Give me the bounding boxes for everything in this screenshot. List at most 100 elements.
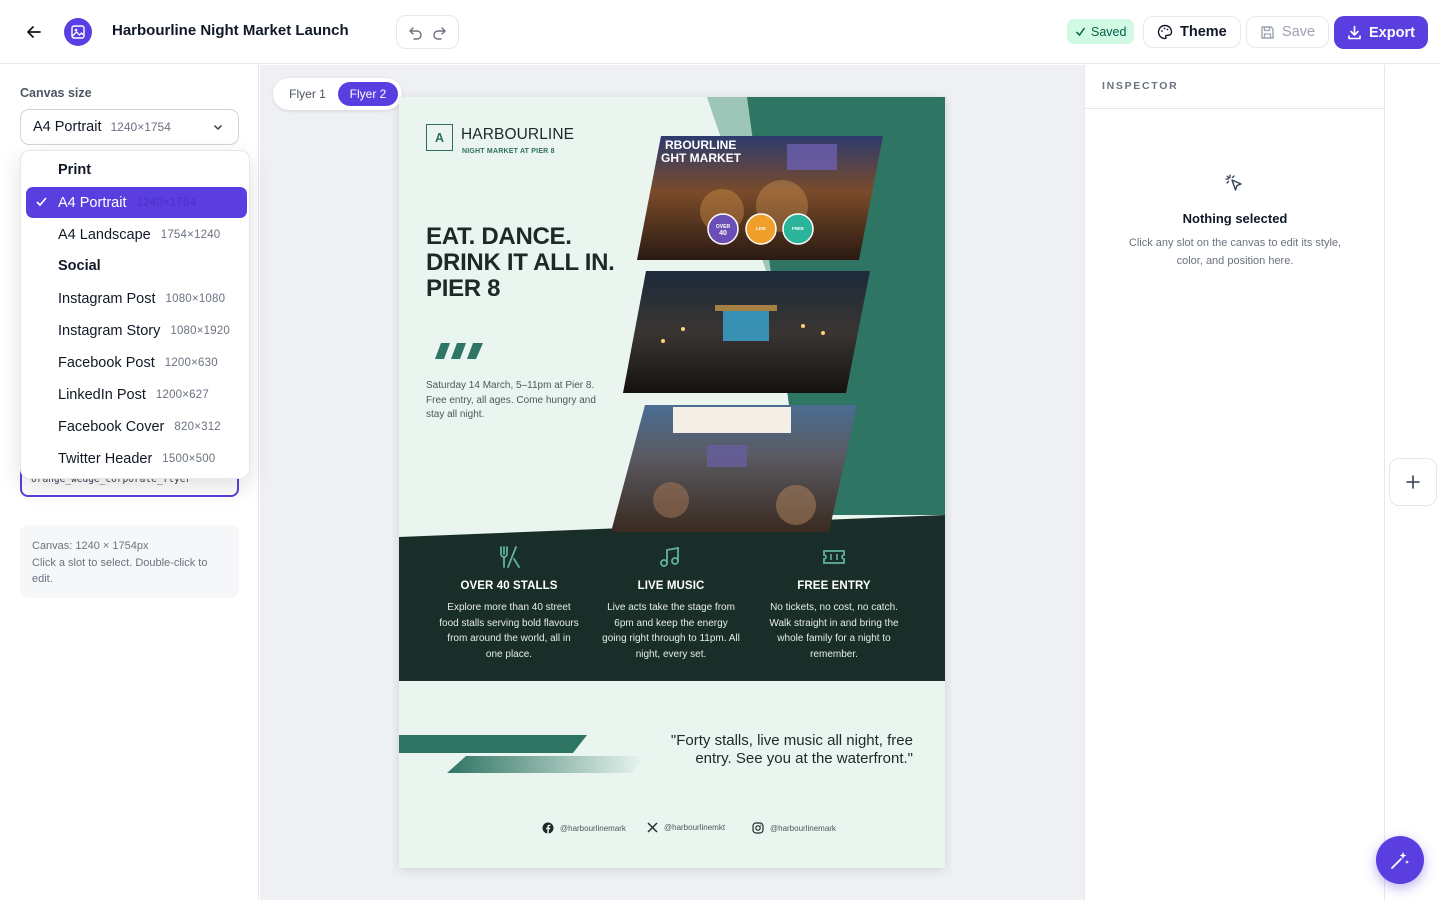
feature-text: Live acts take the stage from 6pm and ke…: [602, 602, 740, 660]
option-dims: 1754×1240: [160, 228, 221, 241]
saved-label: Saved: [1091, 24, 1127, 39]
flyer-logo-mark[interactable]: A: [426, 124, 453, 151]
undo-icon[interactable]: [404, 21, 426, 43]
add-element-button[interactable]: [1389, 458, 1437, 506]
flyer-quote[interactable]: "Forty stalls, live music all night, fre…: [661, 732, 913, 768]
inspector-divider: [1085, 108, 1385, 109]
option-dims: 1500×500: [162, 452, 216, 465]
check-icon: [1075, 27, 1086, 37]
document-title: Harbourline Night Market Launch: [112, 22, 349, 39]
save-button[interactable]: Save: [1246, 16, 1330, 48]
cursor-click-icon: [1225, 174, 1242, 191]
undo-redo-group: [396, 15, 459, 49]
feature-text: No tickets, no cost, no catch. Walk stra…: [769, 602, 899, 660]
selected-size-dims: 1240×1754: [110, 120, 171, 134]
chevron-down-icon: [213, 124, 223, 131]
flyer-canvas[interactable]: RBOURLINE GHT MARKET OVER 40 LIVE FREE A…: [399, 97, 945, 868]
social-facebook[interactable]: @harbourlinemark: [542, 822, 626, 834]
canvas-size-dropdown: Print A4 Portrait 1240×1754 A4 Landscape 1…: [20, 150, 250, 479]
export-label: Export: [1369, 24, 1415, 41]
empty-state-title: Nothing selected: [1182, 211, 1288, 226]
inspector-heading: INSPECTOR: [1102, 80, 1179, 92]
group-heading-social: Social: [58, 258, 101, 274]
market-photo-2[interactable]: [623, 271, 870, 393]
slash-accent-icon: [435, 343, 483, 359]
instagram-icon: [752, 822, 764, 834]
size-option-instagram-post[interactable]: Instagram Post 1080×1080: [26, 283, 247, 314]
size-option-a4-portrait[interactable]: A4 Portrait 1240×1754: [26, 187, 247, 218]
canvas-info-box: Canvas: 1240 × 1754px Click a slot to se…: [20, 525, 239, 598]
redo-icon[interactable]: [429, 21, 451, 43]
check-icon: [36, 197, 47, 207]
option-label: Instagram Story: [58, 322, 161, 339]
option-dims: 1200×630: [164, 356, 218, 369]
download-icon: [1348, 25, 1361, 40]
facebook-handle: @harbourlinemark: [560, 823, 626, 833]
theme-label: Theme: [1180, 24, 1227, 40]
floppy-disk-icon: [1261, 25, 1274, 39]
feature-title: OVER 40 STALLS: [460, 580, 558, 592]
saved-status-badge: Saved: [1067, 19, 1135, 44]
option-dims: 1080×1920: [170, 324, 231, 337]
market-photo-1[interactable]: RBOURLINE GHT MARKET OVER 40 LIVE FREE: [637, 136, 883, 260]
tab-flyer-1[interactable]: Flyer 1: [277, 82, 338, 106]
size-option-a4-landscape[interactable]: A4 Landscape 1754×1240: [26, 219, 247, 250]
svg-text:FREE: FREE: [792, 226, 804, 231]
music-icon: [660, 546, 679, 567]
canvas-size-select[interactable]: A4 Portrait 1240×1754: [20, 109, 239, 145]
top-bar: Harbourline Night Market Launch Saved Th…: [0, 0, 1440, 64]
instagram-handle: @harbourlinemark: [770, 823, 836, 833]
option-label: Facebook Post: [58, 354, 155, 371]
option-dims: 1200×627: [155, 388, 209, 401]
feature-title: FREE ENTRY: [797, 580, 871, 592]
flyer-headline[interactable]: EAT. DANCE. DRINK IT ALL IN. PIER 8: [426, 224, 626, 302]
ticket-icon: [823, 550, 845, 564]
size-option-facebook-post[interactable]: Facebook Post 1200×630: [26, 347, 247, 378]
canvas-info-hint: Click a slot to select. Double-click to …: [32, 556, 208, 586]
market-photo-3[interactable]: [611, 405, 857, 532]
group-heading-print: Print: [58, 162, 92, 178]
flyer-tabs: Flyer 1 Flyer 2: [273, 78, 402, 110]
back-arrow-icon[interactable]: [22, 20, 46, 44]
option-label: A4 Landscape: [58, 226, 151, 243]
flyer-brand-name[interactable]: HARBOURLINE: [461, 126, 574, 144]
option-label: LinkedIn Post: [58, 386, 146, 403]
social-x[interactable]: @harbourlinemkt: [647, 822, 725, 833]
empty-state-text: Click any slot on the canvas to edit its…: [1128, 237, 1342, 267]
utensils-icon: [500, 546, 520, 568]
option-label: Facebook Cover: [58, 418, 165, 435]
photo1-title-line2: GHT MARKET: [661, 151, 742, 165]
export-button[interactable]: Export: [1334, 16, 1428, 49]
feature-title: LIVE MUSIC: [637, 580, 705, 592]
ai-assistant-button[interactable]: [1376, 836, 1424, 884]
svg-text:LIVE: LIVE: [756, 226, 766, 231]
plus-icon: [1406, 475, 1420, 489]
size-option-twitter-header[interactable]: Twitter Header 1500×500: [26, 443, 247, 474]
feature-text: Explore more than 40 street food stalls …: [439, 602, 579, 660]
flyer-tagline[interactable]: NIGHT MARKET AT PIER 8: [462, 148, 555, 155]
option-dims: 1080×1080: [165, 292, 226, 305]
palette-icon: [1157, 24, 1173, 40]
inspector-panel: INSPECTOR Nothing selected Click any slo…: [1084, 65, 1385, 900]
save-label: Save: [1282, 24, 1316, 40]
canvas-size-label: Canvas size: [20, 86, 92, 100]
photo1-title-line1: RBOURLINE: [665, 138, 736, 152]
facebook-icon: [542, 822, 554, 834]
size-option-facebook-cover[interactable]: Facebook Cover 820×312: [26, 411, 247, 442]
option-dims: 820×312: [174, 420, 221, 433]
flyer-description[interactable]: Saturday 14 March, 5–11pm at Pier 8. Fre…: [426, 379, 606, 423]
option-label: Twitter Header: [58, 450, 153, 467]
social-instagram[interactable]: @harbourlinemark: [752, 822, 836, 834]
x-handle: @harbourlinemkt: [664, 823, 726, 832]
image-editor-app-icon: [64, 18, 92, 46]
tab-flyer-2[interactable]: Flyer 2: [338, 82, 398, 106]
sparkle-wand-icon: [1391, 852, 1409, 869]
canvas-info-dims: Canvas: 1240 × 1754px: [32, 540, 149, 552]
size-option-instagram-story[interactable]: Instagram Story 1080×1920: [26, 315, 247, 346]
option-label: Instagram Post: [58, 290, 156, 307]
option-label: A4 Portrait: [58, 194, 127, 211]
option-dims: 1240×1754: [136, 196, 197, 209]
svg-text:40: 40: [719, 230, 727, 237]
theme-button[interactable]: Theme: [1143, 16, 1241, 48]
size-option-linkedin-post[interactable]: LinkedIn Post 1200×627: [26, 379, 247, 410]
